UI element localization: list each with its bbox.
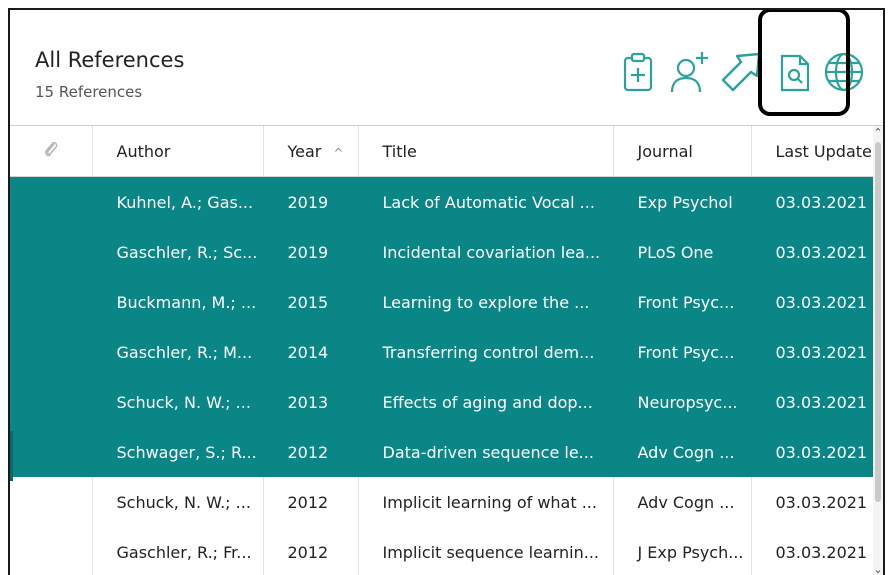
title-cell: Implicit learning of what ... (357, 477, 613, 527)
clipboard-add-icon[interactable] (617, 50, 661, 94)
author-cell: Kuhnel, A.; Gas... (91, 176, 263, 227)
journal-cell: Adv Cogn ... (612, 427, 751, 477)
year-cell: 2012 (262, 477, 358, 527)
table-header-row: Author Year ^ Title Journal Last Update (10, 126, 879, 177)
scroll-up-icon[interactable]: ⌃ (873, 126, 883, 140)
title-cell: Effects of aging and dop... (357, 377, 613, 427)
attachment-cell (10, 477, 92, 527)
table-row[interactable]: Gaschler, R.; Sc... 2019 Incidental covari… (10, 227, 879, 277)
table-row[interactable]: Gaschler, R.; Fr... 2012 Implicit sequence… (10, 527, 879, 575)
table-row[interactable]: Gaschler, R.; M... 2014 Transferring contr… (10, 327, 879, 377)
last-update-cell: 03.03.2021 (750, 377, 879, 427)
table-row[interactable]: Schuck, N. W.; ... 2012 Implicit learning … (10, 477, 879, 527)
highlight-annotation-box (758, 10, 850, 116)
table-row[interactable]: Buckmann, M.; ... 2015 Learning to explore… (10, 277, 879, 327)
author-cell: Gaschler, R.; Fr... (91, 527, 263, 575)
scroll-thumb[interactable] (875, 142, 881, 502)
paperclip-icon (44, 141, 58, 157)
attachment-column-header[interactable] (10, 126, 92, 177)
column-header-journal[interactable]: Journal (612, 126, 751, 177)
focus-row-marker (10, 431, 13, 481)
journal-cell: Neuropsyc... (612, 377, 751, 427)
add-user-icon[interactable] (668, 50, 712, 94)
title-cell: Data-driven sequence le... (357, 427, 613, 477)
year-cell: 2012 (262, 527, 358, 575)
author-cell: Gaschler, R.; M... (91, 327, 263, 377)
year-cell: 2013 (262, 377, 358, 427)
last-update-cell: 03.03.2021 (750, 327, 879, 377)
journal-cell: Adv Cogn ... (612, 477, 751, 527)
attachment-cell (10, 527, 92, 575)
attachment-cell (10, 277, 92, 327)
year-cell: 2012 (262, 427, 358, 477)
column-header-title[interactable]: Title (357, 126, 613, 177)
attachment-cell (10, 427, 92, 477)
last-update-cell: 03.03.2021 (750, 277, 879, 327)
attachment-cell (10, 327, 92, 377)
last-update-cell: 03.03.2021 (750, 527, 879, 575)
column-header-author[interactable]: Author (91, 126, 263, 177)
vertical-scrollbar[interactable]: ⌃ ⌄ (873, 126, 883, 575)
references-panel: All References 15 References Author Year… (8, 8, 885, 575)
sort-ascending-icon: ^ (333, 145, 344, 160)
last-update-cell: 03.03.2021 (750, 227, 879, 277)
journal-cell: Exp Psychol (612, 176, 751, 227)
year-cell: 2019 (262, 176, 358, 227)
author-cell: Schuck, N. W.; ... (91, 477, 263, 527)
reference-count: 15 References (35, 83, 143, 101)
author-cell: Schuck, N. W.; ... (91, 377, 263, 427)
author-cell: Schwager, S.; R... (91, 427, 263, 477)
journal-cell: Front Psyc... (612, 327, 751, 377)
title-cell: Transferring control dem... (357, 327, 613, 377)
journal-cell: Front Psyc... (612, 277, 751, 327)
last-update-cell: 03.03.2021 (750, 176, 879, 227)
year-cell: 2015 (262, 277, 358, 327)
column-header-year[interactable]: Year ^ (262, 126, 358, 177)
author-cell: Buckmann, M.; ... (91, 277, 263, 327)
title-cell: Learning to explore the ... (357, 277, 613, 327)
title-cell: Implicit sequence learnin... (357, 527, 613, 575)
title-cell: Lack of Automatic Vocal ... (357, 176, 613, 227)
references-table: Author Year ^ Title Journal Last Update K… (10, 126, 879, 575)
author-cell: Gaschler, R.; Sc... (91, 227, 263, 277)
table-row[interactable]: Schuck, N. W.; ... 2013 Effects of aging a… (10, 377, 879, 427)
year-cell: 2014 (262, 327, 358, 377)
last-update-cell: 03.03.2021 (750, 477, 879, 527)
attachment-cell (10, 227, 92, 277)
journal-cell: PLoS One (612, 227, 751, 277)
table-row[interactable]: Schwager, S.; R... 2012 Data-driven sequen… (10, 427, 879, 477)
scroll-down-icon[interactable]: ⌄ (873, 563, 883, 575)
page-title: All References (35, 48, 185, 72)
attachment-cell (10, 377, 92, 427)
title-cell: Incidental covariation lea... (357, 227, 613, 277)
journal-cell: J Exp Psych... (612, 527, 751, 575)
attachment-cell (10, 176, 92, 227)
panel-header: All References 15 References (10, 10, 883, 125)
share-arrow-icon[interactable] (719, 50, 763, 94)
column-header-last-update[interactable]: Last Update (750, 126, 879, 177)
year-cell: 2019 (262, 227, 358, 277)
last-update-cell: 03.03.2021 (750, 427, 879, 477)
table-row[interactable]: Kuhnel, A.; Gas... 2019 Lack of Automatic … (10, 176, 879, 227)
